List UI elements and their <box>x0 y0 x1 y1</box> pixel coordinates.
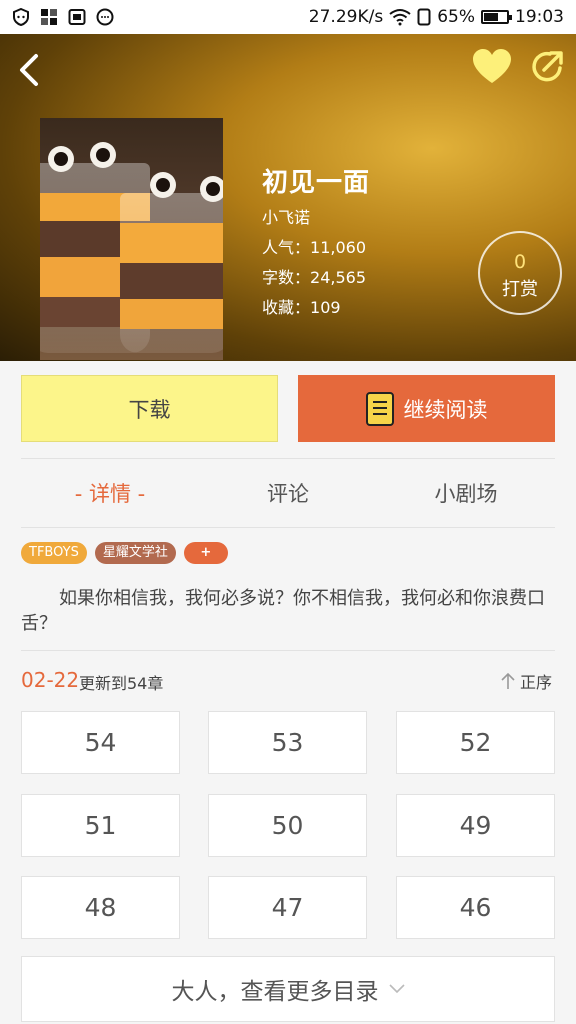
chapter-button[interactable]: 47 <box>208 876 367 939</box>
tag-list: TFBOYS 星耀文学社 + <box>21 542 228 564</box>
gallery-icon <box>68 9 86 25</box>
chapter-button[interactable]: 52 <box>396 711 555 774</box>
update-status: 更新到54章 <box>79 674 164 693</box>
continue-reading-button[interactable]: 继续阅读 <box>298 375 555 442</box>
stat-value: 109 <box>310 298 341 317</box>
continue-reading-label: 继续阅读 <box>403 397 488 422</box>
share-icon[interactable] <box>530 48 566 84</box>
battery-icon <box>481 10 512 24</box>
tip-label: 打赏 <box>502 279 538 300</box>
more-chapters-button[interactable]: 大人，查看更多目录 <box>21 956 555 1022</box>
action-bar: 下载 继续阅读 <box>0 361 576 458</box>
chapter-button[interactable]: 48 <box>21 876 180 939</box>
tab-theater[interactable]: 小剧场 <box>377 459 555 527</box>
book-author[interactable]: 小飞诺 <box>262 204 310 228</box>
book-cover[interactable] <box>40 118 223 360</box>
popularity-stat: 人气：11,060 <box>262 234 366 258</box>
tip-button[interactable]: 0 打赏 <box>478 231 562 315</box>
stat-value: 24,565 <box>310 268 366 287</box>
tab-bar: - 详情 - 评论 小剧场 <box>21 458 555 528</box>
download-label: 下载 <box>128 397 171 422</box>
wifi-icon <box>389 9 411 26</box>
update-date: 02-22 <box>21 668 80 692</box>
sort-button[interactable]: 正序 <box>500 669 552 693</box>
add-tag-button[interactable]: + <box>183 542 228 564</box>
sim-icon <box>417 8 431 26</box>
shield-icon <box>13 8 29 26</box>
chapter-button[interactable]: 54 <box>21 711 180 774</box>
battery-percent: 65% <box>437 7 475 27</box>
sort-label: 正序 <box>520 673 553 692</box>
chat-icon <box>96 8 114 26</box>
network-speed: 27.29K/s <box>308 7 384 27</box>
stat-label: 字数： <box>262 268 311 287</box>
chapter-button[interactable]: 51 <box>21 794 180 857</box>
tab-comments[interactable]: 评论 <box>199 459 377 527</box>
stat-label: 人气： <box>262 238 311 257</box>
divider <box>21 650 555 651</box>
status-bar: 27.29K/s 65% 19:03 <box>0 0 576 34</box>
clock: 19:03 <box>515 7 564 27</box>
chapter-button[interactable]: 50 <box>208 794 367 857</box>
arrow-up-icon <box>501 672 515 689</box>
chapter-button[interactable]: 49 <box>396 794 555 857</box>
tag-tfboys[interactable]: TFBOYS <box>21 542 87 564</box>
heart-icon[interactable] <box>472 48 512 86</box>
apps-icon <box>41 9 57 25</box>
stat-value: 11,060 <box>310 238 366 257</box>
favorites-stat: 收藏：109 <box>262 294 341 318</box>
chapter-button[interactable]: 46 <box>396 876 555 939</box>
word-count-stat: 字数：24,565 <box>262 264 366 288</box>
tag-studio[interactable]: 星耀文学社 <box>94 542 176 564</box>
tab-details[interactable]: - 详情 - <box>21 459 199 527</box>
back-arrow-icon[interactable] <box>12 50 46 90</box>
tip-count: 0 <box>513 251 527 273</box>
book-description: 如果你相信我，我何必多说？你不相信我，我何必和你浪费口舌？ <box>21 588 545 634</box>
download-button[interactable]: 下载 <box>21 375 278 442</box>
book-title: 初见一面 <box>262 168 371 198</box>
chevron-down-icon <box>388 984 405 994</box>
stat-label: 收藏： <box>262 298 311 317</box>
book-icon <box>365 391 394 426</box>
more-chapters-label: 大人，查看更多目录 <box>171 979 379 1005</box>
chapter-button[interactable]: 53 <box>208 711 367 774</box>
